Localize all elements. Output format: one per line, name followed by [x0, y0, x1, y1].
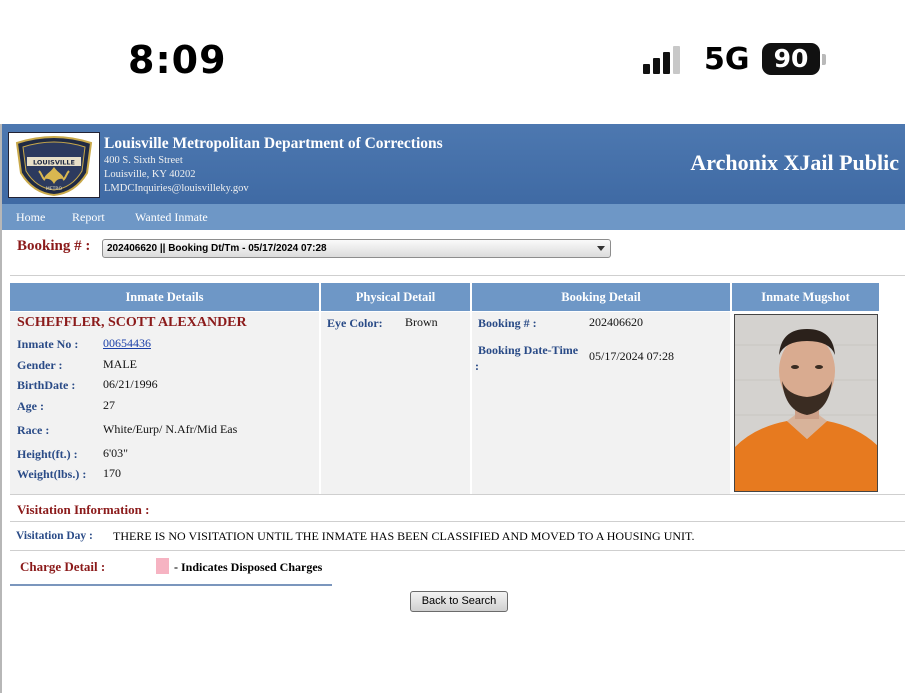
org-address-line1: 400 S. Sixth Street [104, 155, 183, 166]
nav-report[interactable]: Report [72, 210, 105, 225]
status-time: 8:09 [128, 38, 227, 82]
booking-select-value: 202406620 || Booking Dt/Tm - 05/17/2024 … [107, 243, 327, 254]
booking-datetime-value: 05/17/2024 07:28 [589, 349, 675, 363]
eye-color-value: Brown [405, 315, 438, 329]
inmate-no-value[interactable]: 00654436 [103, 336, 151, 351]
visitation-section-label: Visitation Information : [17, 502, 150, 517]
booking-select[interactable]: 202406620 || Booking Dt/Tm - 05/17/2024 … [102, 239, 611, 258]
gender-value: MALE [103, 357, 137, 371]
dropdown-arrow-icon [597, 246, 605, 251]
visitation-day-label: Visitation Day : [16, 530, 93, 542]
network-type: 5G [704, 42, 750, 77]
org-address-line2: Louisville, KY 40202 [104, 169, 196, 180]
signal-strength-icon [643, 46, 687, 74]
booking-datetime-label: Booking Date-Time [478, 343, 579, 357]
booking-detail-panel [472, 312, 730, 494]
birthdate-value: 06/21/1996 [103, 377, 158, 391]
app-title: Archonix XJail Public [690, 150, 899, 175]
lmdc-badge-logo: LOUISVILLE METRO [8, 132, 100, 198]
charge-detail-label: Charge Detail : [20, 559, 106, 574]
visitation-day-text: THERE IS NO VISITATION UNTIL THE INMATE … [113, 529, 695, 543]
inmate-mugshot-photo [734, 314, 878, 492]
disposed-charge-legend: - Indicates Disposed Charges [174, 560, 323, 574]
divider [10, 275, 905, 276]
divider [10, 494, 905, 495]
visitation-row: Visitation Day : THERE IS NO VISITATION … [10, 521, 905, 551]
nav-wanted-inmate[interactable]: Wanted Inmate [135, 210, 208, 225]
inmate-no-label: Inmate No : [17, 337, 79, 351]
panel-header-booking-detail: Booking Detail [472, 283, 730, 311]
weight-value: 170 [103, 466, 121, 480]
org-email: LMDCInquiries@louisvilleky.gov [104, 183, 249, 194]
disposed-charge-swatch [156, 558, 169, 574]
nav-home[interactable]: Home [16, 210, 45, 225]
booking-datetime-colon: : [475, 359, 479, 373]
battery-icon: 90 [762, 43, 820, 75]
race-value: White/Eurp/ N.Afr/Mid Eas [103, 422, 238, 436]
panel-header-inmate-details: Inmate Details [10, 283, 319, 311]
age-value: 27 [103, 398, 115, 412]
eye-color-label: Eye Color: [327, 316, 383, 330]
battery-tip [822, 54, 826, 65]
back-to-search-button[interactable]: Back to Search [410, 591, 508, 612]
inmate-name: SCHEFFLER, SCOTT ALEXANDER [17, 315, 247, 330]
charge-section-underline [10, 584, 332, 586]
inmate-page: LOUISVILLE METRO Louisville Metropolitan… [0, 124, 905, 693]
booking-number-label: Booking # : [478, 316, 537, 330]
site-header: LOUISVILLE METRO Louisville Metropolitan… [2, 124, 905, 204]
panel-header-physical-detail: Physical Detail [321, 283, 470, 311]
booking-number-value: 202406620 [589, 315, 643, 329]
nav-bar: Home Report Wanted Inmate [2, 204, 905, 230]
age-label: Age : [17, 399, 44, 413]
physical-detail-panel [321, 312, 470, 494]
weight-label: Weight(lbs.) : [17, 467, 87, 481]
svg-text:LOUISVILLE: LOUISVILLE [33, 159, 75, 167]
phone-status-bar: 8:09 5G 90 [0, 0, 905, 120]
race-label: Race : [17, 423, 50, 437]
gender-label: Gender : [17, 358, 63, 372]
booking-select-label: Booking # : [17, 238, 91, 254]
inmate-no-link[interactable]: 00654436 [103, 336, 151, 350]
panel-header-inmate-mugshot: Inmate Mugshot [732, 283, 879, 311]
height-value: 6'03" [103, 446, 129, 460]
svg-text:METRO: METRO [46, 186, 63, 192]
height-label: Height(ft.) : [17, 447, 78, 461]
org-name: Louisville Metropolitan Department of Co… [104, 135, 443, 152]
birthdate-label: BirthDate : [17, 378, 76, 392]
